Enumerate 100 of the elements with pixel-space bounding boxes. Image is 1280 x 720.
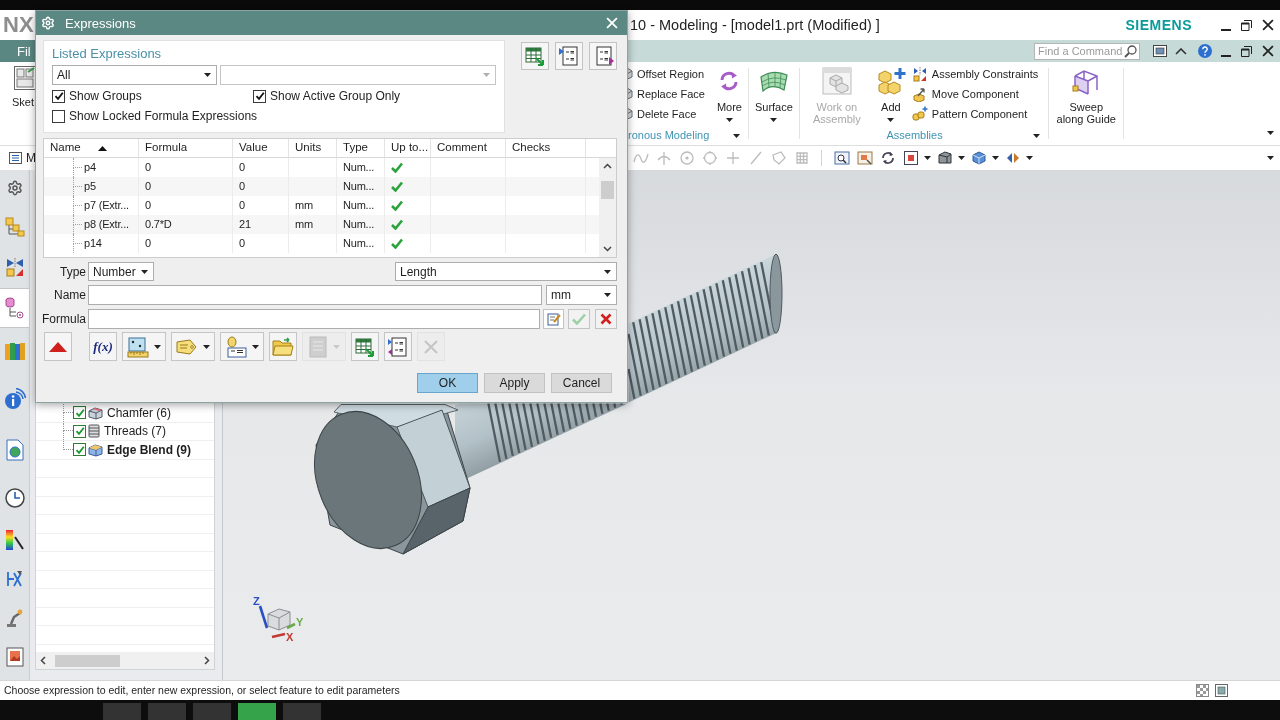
scrollbar-thumb[interactable]: [601, 181, 614, 199]
dimension-dropdown[interactable]: Length: [395, 262, 617, 281]
ribbon-button[interactable]: Add: [871, 62, 910, 123]
checkbox[interactable]: [73, 443, 86, 457]
cross-icon: [423, 338, 439, 355]
close-icon: [606, 17, 618, 29]
table-cell: p14: [44, 234, 139, 253]
caret-down-icon: [887, 118, 895, 122]
minimize-icon: [1220, 28, 1231, 31]
boxes-icon: [821, 67, 852, 95]
vertical-scrollbar[interactable]: [599, 158, 616, 257]
menu-button[interactable]: M: [9, 152, 36, 164]
ribbon-button[interactable]: More: [712, 62, 746, 123]
window-title: 10 - Modeling - [model1.prt (Modified) ]: [630, 17, 880, 33]
file-tab[interactable]: Fil: [0, 40, 35, 62]
tree-node-label[interactable]: Chamfer (6): [107, 406, 171, 419]
column-header[interactable]: Units: [289, 139, 337, 157]
units-dropdown[interactable]: mm: [546, 285, 617, 305]
checkbox[interactable]: [253, 89, 266, 103]
triad-axis: Y: [286, 616, 304, 630]
checkbox-label[interactable]: Show Active Group Only: [270, 90, 401, 102]
ribbon-button[interactable]: Surface: [750, 62, 797, 123]
filter-dropdown[interactable]: All: [52, 65, 217, 85]
dialog-button[interactable]: OK: [417, 373, 478, 393]
column-header[interactable]: Value: [233, 139, 289, 157]
chevron-left-icon: [40, 656, 46, 665]
checkbox[interactable]: [73, 424, 86, 438]
constraint-icon: [911, 66, 928, 82]
caret-down-icon: [1267, 131, 1274, 135]
column-header[interactable]: Checks: [506, 139, 586, 157]
table-cell: 0: [233, 234, 289, 253]
toolbar-button[interactable]: [521, 42, 549, 70]
list-icon: [308, 335, 328, 358]
toolbar-button[interactable]: f(x): [89, 332, 117, 361]
shape-icon: [770, 150, 787, 166]
arc-cross-icon: [655, 150, 672, 166]
ribbon-button[interactable]: Pattern Component: [911, 104, 1039, 124]
status-message: Choose expression to edit, enter new expression, or select feature to edit parameters: [4, 685, 400, 696]
search-icon: [1124, 44, 1137, 58]
dialog-button[interactable]: Cancel: [551, 373, 612, 393]
ribbon-button[interactable]: Assembly Constraints: [911, 64, 1039, 84]
ribbon-button[interactable]: Sweep along Guide: [1051, 62, 1122, 126]
checkbox[interactable]: [52, 109, 65, 123]
group-label: Assemblies: [886, 130, 943, 141]
tree-node-label[interactable]: Threads (7): [104, 425, 167, 438]
checkbox-label[interactable]: Show Locked Formula Expressions: [69, 110, 258, 122]
search-field[interactable]: Find a Command: [1034, 42, 1140, 60]
name-field[interactable]: [88, 285, 542, 305]
rounded-block-icon: [88, 442, 103, 457]
caret-down-icon: [725, 118, 733, 122]
column-header[interactable]: Formula: [139, 139, 233, 157]
type-dropdown[interactable]: Number: [88, 262, 154, 281]
toolbar-button[interactable]: [589, 42, 617, 70]
caret-down-icon: [1026, 156, 1033, 160]
horizontal-scrollbar[interactable]: [36, 652, 214, 669]
column-header[interactable]: Type: [337, 139, 385, 157]
brand-logo: SIEMENS: [1125, 18, 1192, 32]
caret-down-icon: [992, 156, 999, 160]
formula-button[interactable]: [543, 309, 564, 329]
move-block-icon: [911, 86, 928, 102]
column-header[interactable]: Name: [44, 139, 139, 157]
column-header[interactable]: Up to...: [385, 139, 431, 157]
caret-down-icon: [770, 118, 778, 122]
toolbar-button[interactable]: [384, 332, 412, 361]
up-triangle-icon: [49, 341, 67, 352]
table-cell: 0: [139, 234, 233, 253]
toolbar-button[interactable]: [351, 332, 379, 361]
caret-down-icon: [154, 344, 161, 349]
scrollbar-thumb[interactable]: [55, 654, 120, 667]
ribbon-button[interactable]: Move Component: [911, 84, 1039, 104]
chevron-right-icon: [204, 656, 210, 665]
cylinder-tree-icon: [4, 297, 25, 319]
zoom-window-icon: [856, 150, 873, 166]
caret-down-icon: [252, 344, 259, 349]
books-icon: [3, 340, 26, 361]
tree-node-label[interactable]: Edge Blend (9): [107, 443, 191, 456]
formula-button[interactable]: [595, 309, 617, 329]
plus-icon: [724, 150, 741, 166]
toolbar-button[interactable]: [44, 332, 72, 361]
group-label: ronous Modeling: [628, 130, 710, 141]
info-waves-icon: [3, 387, 26, 410]
caret-down-icon: [483, 73, 490, 77]
circle-ticks-icon: [701, 150, 718, 166]
toolbar-button[interactable]: [220, 332, 264, 361]
column-header[interactable]: Comment: [431, 139, 506, 157]
checkbox[interactable]: [73, 406, 86, 420]
checkbox-label[interactable]: Show Groups: [69, 90, 142, 102]
color-bar-icon: [4, 528, 25, 551]
tag-icon: [176, 337, 198, 356]
menu-icon: [9, 152, 22, 164]
sketch-button[interactable]: Sket: [12, 66, 36, 108]
check-icon: [572, 313, 586, 325]
spreadsheet-icon: [524, 45, 546, 67]
checkbox[interactable]: [52, 89, 65, 103]
formula-field[interactable]: [88, 309, 540, 329]
dialog-button[interactable]: Apply: [484, 373, 545, 393]
field-label: Name: [54, 289, 86, 301]
blocks-tree-icon: [4, 216, 25, 237]
toolbar-button[interactable]: [555, 42, 583, 70]
clock-icon: [4, 487, 25, 508]
